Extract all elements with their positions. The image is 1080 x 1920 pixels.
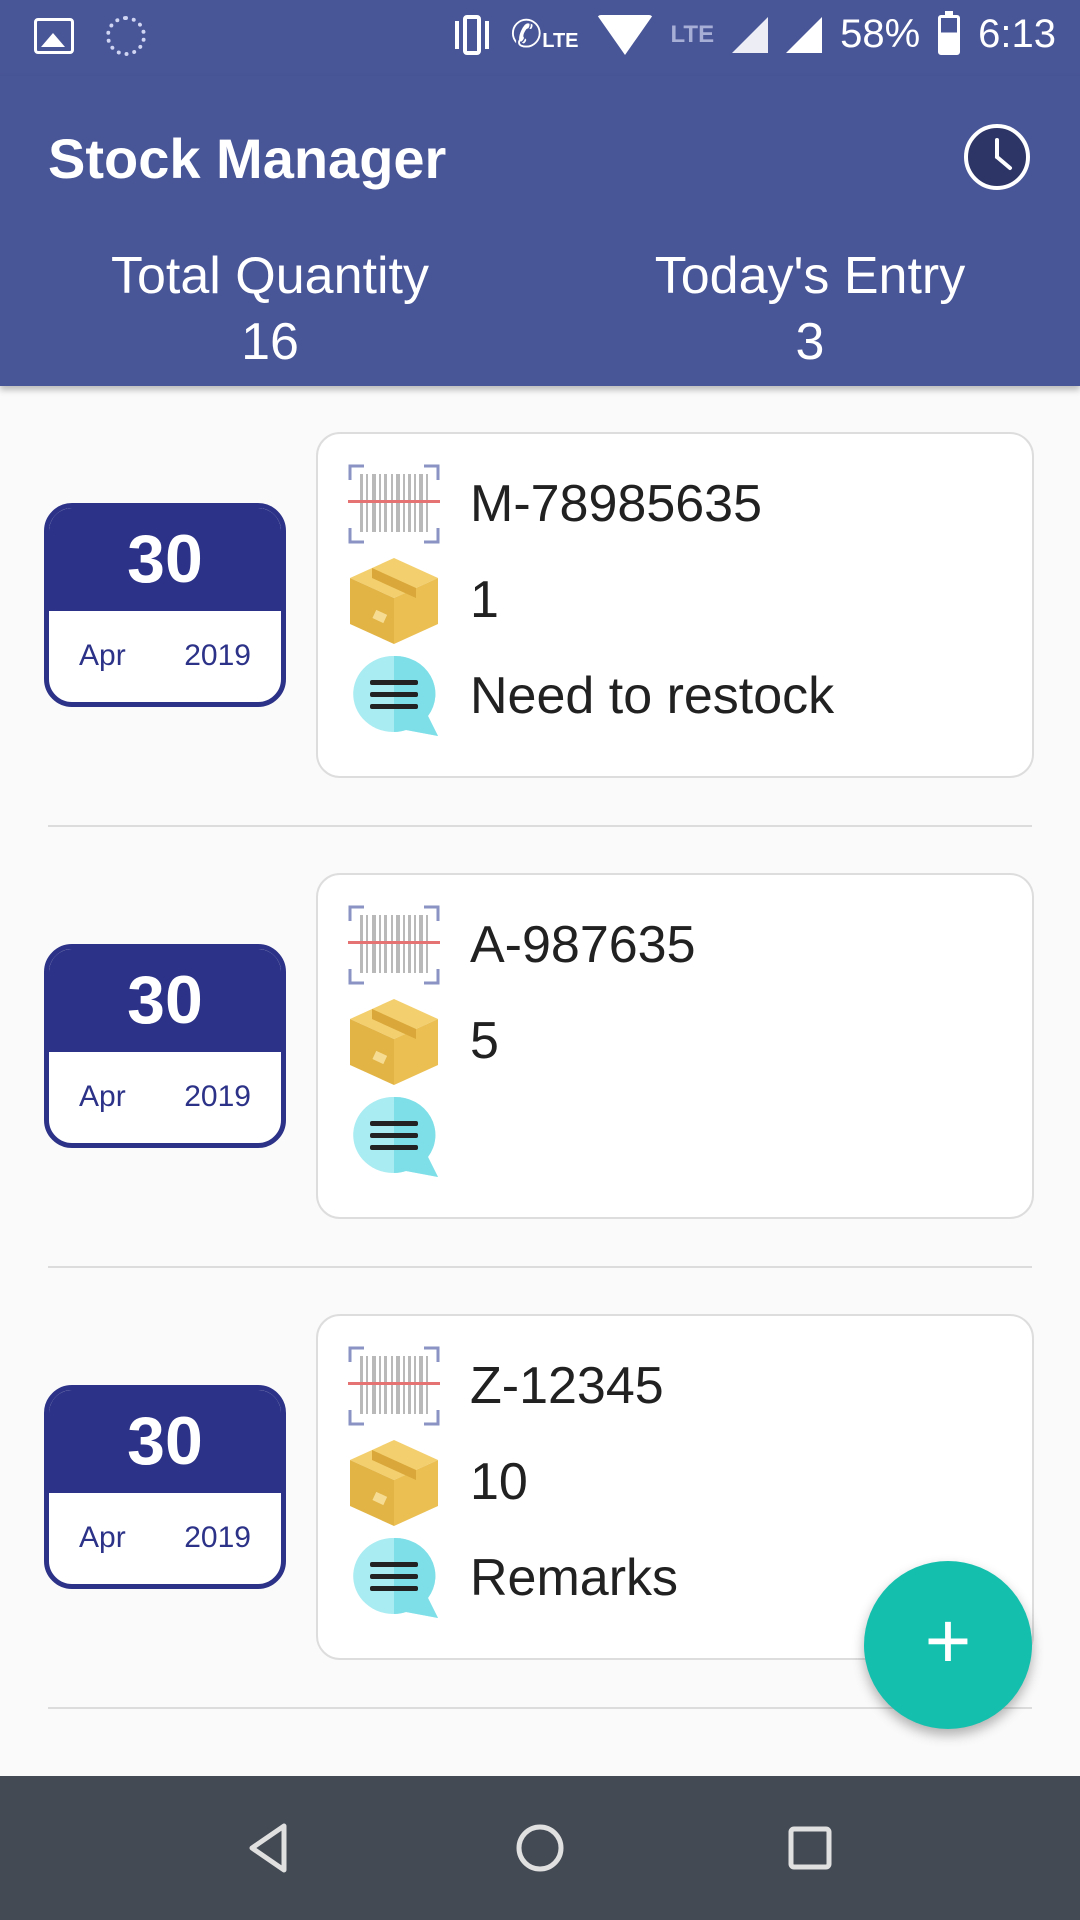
barcode-icon <box>348 1346 440 1426</box>
total-quantity-label: Total Quantity <box>111 247 429 305</box>
box-icon <box>350 1440 438 1526</box>
date-day: 30 <box>49 1390 281 1493</box>
clock: 6:13 <box>978 12 1056 56</box>
sync-notification-icon <box>106 16 146 56</box>
date-month: Apr <box>79 639 126 672</box>
date-year: 2019 <box>184 1521 251 1554</box>
chat-icon <box>353 655 438 736</box>
date-day: 30 <box>49 508 281 611</box>
signal-sim1-icon <box>732 16 769 53</box>
box-icon <box>350 558 438 644</box>
date-badge: 30 Apr 2019 <box>44 1385 286 1589</box>
barcode-icon <box>348 464 440 544</box>
recent-apps-icon[interactable] <box>778 1816 842 1880</box>
entry-code: Z-12345 <box>470 1357 664 1415</box>
battery-percentage: 58% <box>840 12 921 56</box>
back-icon[interactable] <box>238 1816 302 1880</box>
todays-entry-stat: Today's Entry 3 <box>540 246 1080 378</box>
date-month: Apr <box>79 1080 126 1113</box>
signal-sim2-icon <box>786 16 823 53</box>
row-divider <box>48 1707 1032 1709</box>
list-item[interactable]: 30 Apr 2019 M-78985635 1 Need to restock <box>0 386 1080 827</box>
date-badge: 30 Apr 2019 <box>44 503 286 707</box>
home-icon[interactable] <box>508 1816 572 1880</box>
gallery-notification-icon <box>34 18 74 54</box>
total-quantity-value: 16 <box>241 313 299 371</box>
wifi-icon <box>596 14 653 55</box>
app-bar: Stock Manager Total Quantity 16 Today's … <box>0 76 1080 386</box>
total-quantity-stat: Total Quantity 16 <box>0 246 540 378</box>
date-year: 2019 <box>184 639 251 672</box>
entry-card[interactable]: A-987635 5 <box>316 873 1034 1219</box>
entry-remark: Need to restock <box>470 667 835 725</box>
entry-quantity: 5 <box>470 1012 499 1070</box>
entry-remark: Remarks <box>470 1549 679 1607</box>
stock-entry-list: 30 Apr 2019 M-78985635 1 Need to restock… <box>0 386 1080 1709</box>
todays-entry-value: 3 <box>795 313 825 371</box>
entry-quantity: 10 <box>470 1453 528 1511</box>
lte-indicator: LTE <box>670 20 715 48</box>
chat-icon <box>353 1537 438 1618</box>
todays-entry-label: Today's Entry <box>654 247 966 305</box>
date-year: 2019 <box>184 1080 251 1113</box>
plus-icon: + <box>924 1596 972 1685</box>
add-entry-button[interactable]: + <box>864 1561 1032 1729</box>
entry-quantity: 1 <box>470 571 499 629</box>
date-badge: 30 Apr 2019 <box>44 944 286 1148</box>
vibrate-icon <box>452 13 492 57</box>
battery-charging-icon <box>938 10 961 55</box>
date-day: 30 <box>49 949 281 1052</box>
entry-code: M-78985635 <box>470 475 762 533</box>
volte-call-icon: ✆LTE <box>510 14 579 56</box>
entry-code: A-987635 <box>470 916 696 974</box>
entry-card[interactable]: M-78985635 1 Need to restock <box>316 432 1034 778</box>
history-button[interactable] <box>964 124 1030 190</box>
lte-label: LTE <box>542 30 579 52</box>
status-bar: ✆LTE LTE 58% 6:13 <box>0 0 1080 76</box>
app-title: Stock Manager <box>48 127 447 190</box>
date-month: Apr <box>79 1521 126 1554</box>
system-navigation-bar <box>0 1776 1080 1920</box>
list-item[interactable]: 30 Apr 2019 A-987635 5 <box>0 827 1080 1268</box>
history-icon <box>995 138 1012 170</box>
summary-stats: Total Quantity 16 Today's Entry 3 <box>0 246 1080 378</box>
barcode-icon <box>348 905 440 985</box>
chat-icon <box>353 1096 438 1177</box>
box-icon <box>350 999 438 1085</box>
